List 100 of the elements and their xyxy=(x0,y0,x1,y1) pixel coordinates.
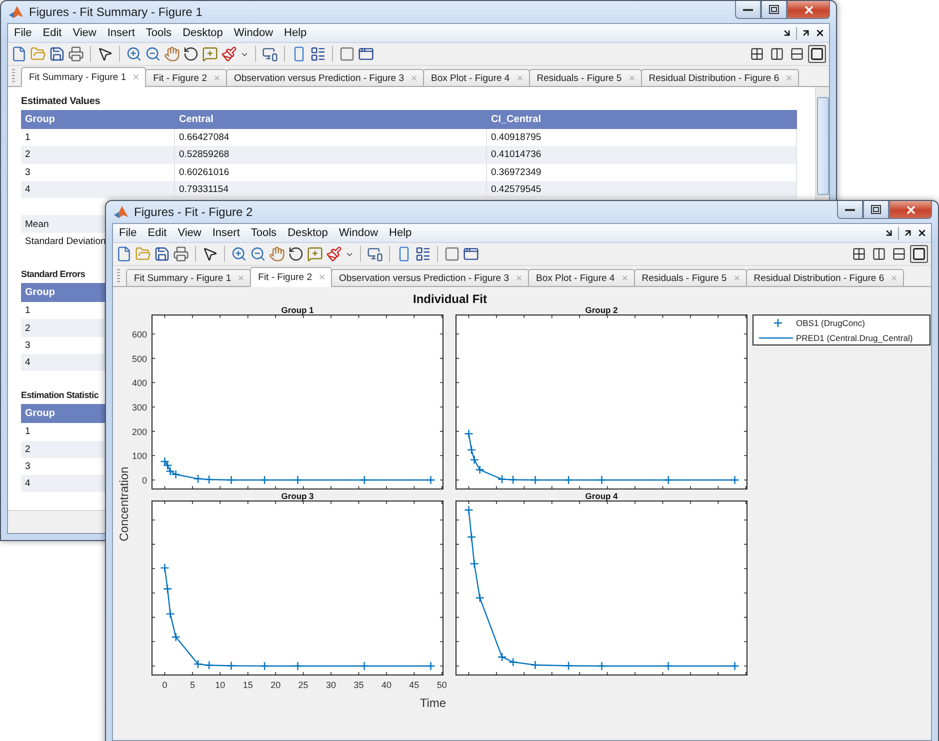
single-layout-icon xyxy=(912,247,926,261)
tick-label: 0 xyxy=(142,476,147,486)
rows-layout-icon xyxy=(892,247,906,261)
menu-item[interactable]: Desktop xyxy=(178,27,229,39)
close-icon xyxy=(802,4,814,16)
square-icon[interactable] xyxy=(444,246,460,262)
square-icon[interactable] xyxy=(339,46,355,62)
tick-label: 35 xyxy=(354,680,364,690)
close-icon[interactable] xyxy=(917,228,927,238)
menu-item[interactable]: Window xyxy=(334,227,384,239)
menu-item[interactable]: Insert xyxy=(207,227,246,239)
data-cursor-icon[interactable] xyxy=(202,46,218,62)
maximize-button[interactable] xyxy=(863,201,889,219)
section-title: Estimated Values xyxy=(21,96,100,109)
brush-icon[interactable] xyxy=(326,246,342,262)
save-icon[interactable] xyxy=(49,46,65,62)
legend-icon[interactable] xyxy=(415,246,431,262)
undock-icon[interactable] xyxy=(801,28,811,38)
tab[interactable]: Residual Distribution - Figure 6 xyxy=(746,269,904,287)
panel-title: Group 4 xyxy=(585,491,618,501)
close-icon xyxy=(904,204,916,216)
tick-label: 400 xyxy=(132,378,147,388)
brush-icon[interactable] xyxy=(221,46,237,62)
single-layout-icon xyxy=(810,47,824,61)
grip-icon[interactable] xyxy=(12,69,15,83)
tick-label: 0 xyxy=(162,680,168,690)
minimize-button[interactable] xyxy=(735,1,761,19)
window-icon[interactable] xyxy=(463,246,479,262)
axis-label: Time xyxy=(420,696,446,710)
zoom-in-icon[interactable] xyxy=(126,46,142,62)
grip-icon[interactable] xyxy=(117,269,120,283)
tick-label: 200 xyxy=(132,426,147,437)
zoom-in-icon[interactable] xyxy=(231,246,247,262)
tab[interactable]: Fit Summary - Figure 1 xyxy=(126,269,252,287)
minimize-button[interactable] xyxy=(837,201,863,219)
close-button[interactable] xyxy=(787,1,830,19)
tick-label: 45 xyxy=(409,680,420,690)
window-title: Figures - Fit Summary - Figure 1 xyxy=(29,5,202,19)
columns-layout-icon xyxy=(770,47,784,61)
tick-label: 40 xyxy=(381,680,392,690)
monitor-icon[interactable] xyxy=(262,46,278,62)
menu-item[interactable]: Edit xyxy=(38,27,68,39)
undock-icon[interactable] xyxy=(903,228,913,238)
tick-label: 15 xyxy=(242,680,253,690)
menu-item[interactable]: File xyxy=(9,27,38,39)
new-file-icon[interactable] xyxy=(116,246,132,262)
menu-item[interactable]: Tools xyxy=(140,27,178,39)
maximize-button[interactable] xyxy=(761,1,787,19)
legend-label: OBS1 (DrugConc) xyxy=(796,318,865,328)
print-icon[interactable] xyxy=(68,46,84,62)
menu-item[interactable]: Desktop xyxy=(282,227,334,239)
menu-item[interactable]: View xyxy=(68,27,102,39)
tab[interactable]: Observation versus Prediction - Figure 3 xyxy=(331,269,530,287)
single-layout-button[interactable] xyxy=(808,45,826,63)
tick-label: 100 xyxy=(132,451,147,462)
columns-layout-icon xyxy=(872,247,886,261)
single-layout-button[interactable] xyxy=(910,245,928,263)
dock-icon[interactable] xyxy=(884,228,894,238)
menu-item[interactable]: Help xyxy=(279,27,313,39)
tab[interactable]: Residual Distribution - Figure 6 xyxy=(640,69,800,87)
maximize-icon xyxy=(871,205,881,214)
pointer-icon[interactable] xyxy=(97,46,113,62)
window-icon[interactable] xyxy=(358,46,374,62)
dock-icon[interactable] xyxy=(782,28,792,38)
peak-logo-icon xyxy=(113,204,129,220)
save-icon[interactable] xyxy=(154,246,170,262)
close-icon[interactable] xyxy=(815,28,825,38)
menu-item[interactable]: Help xyxy=(384,227,418,239)
new-file-icon[interactable] xyxy=(11,46,27,62)
tab[interactable]: Box Plot - Figure 4 xyxy=(423,69,530,87)
close-button[interactable] xyxy=(889,201,932,219)
tick-label: 500 xyxy=(132,354,147,364)
tab[interactable]: Residuals - Figure 5 xyxy=(634,269,747,287)
legend-label: PRED1 (Central.Drug_Central) xyxy=(796,333,913,343)
tab[interactable]: Observation versus Prediction - Figure 3 xyxy=(226,69,424,87)
monitor-icon[interactable] xyxy=(367,246,383,262)
data-cursor-icon[interactable] xyxy=(307,246,323,262)
zoom-out-icon[interactable] xyxy=(250,246,266,262)
print-icon[interactable] xyxy=(173,246,189,262)
tick-label: 600 xyxy=(132,329,147,340)
pointer-icon[interactable] xyxy=(202,246,218,262)
tab[interactable]: Fit - Figure 2 xyxy=(145,69,227,87)
rotate-icon[interactable] xyxy=(183,46,199,62)
tick-label: 5 xyxy=(190,680,195,690)
scrollbar-thumb[interactable] xyxy=(816,97,828,195)
menu-item[interactable]: Window xyxy=(228,27,280,39)
tick-label: 50 xyxy=(436,680,447,690)
tick-label: 20 xyxy=(270,680,281,690)
legend-icon[interactable] xyxy=(310,46,326,62)
menu-item[interactable]: View xyxy=(172,227,208,239)
tab[interactable]: Fit - Figure 2 xyxy=(250,267,332,287)
tab[interactable]: Box Plot - Figure 4 xyxy=(528,269,635,287)
menu-item[interactable]: Tools xyxy=(246,227,283,239)
rotate-icon[interactable] xyxy=(288,246,304,262)
zoom-out-icon[interactable] xyxy=(145,46,161,62)
tab[interactable]: Fit Summary - Figure 1 xyxy=(21,67,146,87)
menu-item[interactable]: Insert xyxy=(102,27,141,39)
tab[interactable]: Residuals - Figure 5 xyxy=(528,69,642,87)
peak-logo-icon xyxy=(8,4,24,20)
minimize-icon xyxy=(743,8,753,12)
